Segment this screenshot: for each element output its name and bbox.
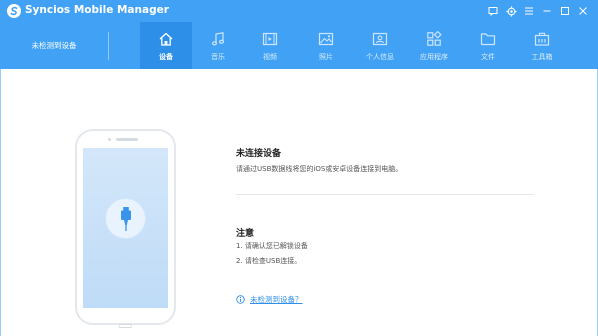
- tab-label: 视频: [263, 53, 277, 61]
- phone-home-indicator: [118, 313, 133, 328]
- note-heading: 注意: [236, 229, 255, 239]
- contact-card-icon: [371, 30, 389, 48]
- tab-video[interactable]: 视频: [244, 22, 296, 69]
- phone-camera: [108, 138, 111, 141]
- minimize-icon[interactable]: [538, 3, 556, 19]
- connect-instruction: 请通过USB数据线将您的iOS或安卓设备连接到电脑。: [236, 165, 403, 173]
- tab-files[interactable]: 文件: [462, 22, 514, 69]
- video-icon: [261, 30, 279, 48]
- phone-screen: [83, 148, 168, 308]
- phone-speaker: [116, 138, 138, 141]
- info-icon: [236, 295, 245, 304]
- toolbox-icon: [533, 30, 551, 48]
- feedback-icon[interactable]: [484, 3, 502, 19]
- toolbar-divider: [108, 32, 109, 60]
- close-icon[interactable]: [574, 3, 592, 19]
- tab-label: 个人信息: [366, 53, 394, 61]
- tab-contacts[interactable]: 个人信息: [354, 22, 406, 69]
- usb-plug-icon: [105, 198, 146, 239]
- folder-icon: [479, 30, 497, 48]
- not-connected-heading: 未连接设备: [236, 149, 282, 159]
- title-bar: Syncios Mobile Manager: [0, 0, 598, 22]
- tab-device[interactable]: 设备: [140, 22, 192, 69]
- gear-icon[interactable]: [502, 3, 520, 19]
- syncios-logo-icon: [7, 4, 21, 18]
- apps-icon: [425, 30, 443, 48]
- tab-label: 音乐: [211, 53, 225, 61]
- window-controls: [484, 3, 592, 19]
- device-status-label[interactable]: 未检测到设备: [0, 22, 108, 69]
- tab-label: 照片: [319, 53, 333, 61]
- main-toolbar: 未检测到设备 设备 音乐 视频 照片 个人信息 应用程序 文件 工具箱: [0, 22, 598, 69]
- app-title: Syncios Mobile Manager: [25, 4, 169, 16]
- section-divider: [236, 194, 534, 195]
- tab-label: 文件: [481, 53, 495, 61]
- app-window: Syncios Mobile Manager 未检测到设备 设备 音乐 视频 照…: [0, 0, 598, 336]
- note-item: 1. 请确认您已解锁设备: [236, 242, 308, 250]
- tab-label: 工具箱: [531, 53, 553, 61]
- note-item: 2. 请检查USB连接。: [236, 257, 302, 265]
- maximize-icon[interactable]: [556, 3, 574, 19]
- phone-illustration: [75, 129, 176, 328]
- device-not-detected-link[interactable]: 未检测到设备？: [236, 294, 303, 305]
- photo-icon: [317, 30, 335, 48]
- help-link-text[interactable]: 未检测到设备？: [250, 294, 303, 305]
- tab-music[interactable]: 音乐: [192, 22, 244, 69]
- tab-apps[interactable]: 应用程序: [408, 22, 460, 69]
- menu-icon[interactable]: [520, 3, 538, 19]
- home-icon: [157, 30, 175, 48]
- tab-label: 设备: [159, 53, 173, 61]
- tab-photo[interactable]: 照片: [300, 22, 352, 69]
- tab-label: 应用程序: [420, 53, 448, 61]
- tab-toolbox[interactable]: 工具箱: [516, 22, 568, 69]
- music-icon: [209, 30, 227, 48]
